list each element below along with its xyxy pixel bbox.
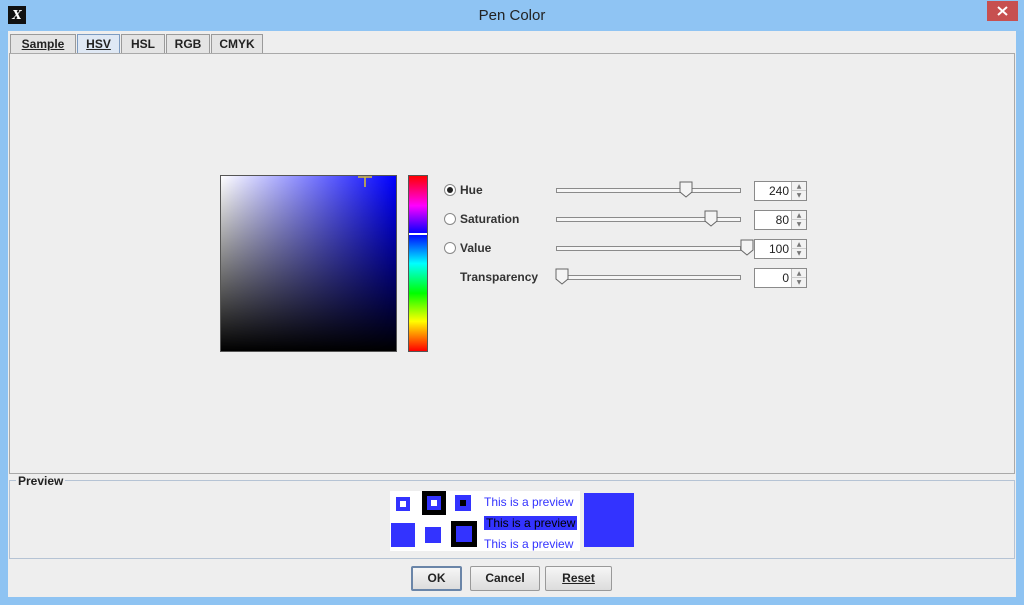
value-radio[interactable] xyxy=(444,242,456,254)
hue-radio[interactable] xyxy=(444,184,456,196)
value-spinner[interactable]: 100 ▲ ▼ xyxy=(754,239,807,259)
swatch-color xyxy=(396,497,410,511)
ok-button[interactable]: OK xyxy=(411,566,462,591)
hue-marker xyxy=(409,233,427,235)
tab-hsl-label: HSL xyxy=(131,37,155,51)
saturation-label: Saturation xyxy=(460,212,520,226)
value-value: 100 xyxy=(768,242,789,256)
swatch-inner xyxy=(431,500,437,506)
cancel-button[interactable]: Cancel xyxy=(470,566,540,591)
hue-label: Hue xyxy=(460,183,483,197)
preview-text: This is a preview xyxy=(484,537,574,551)
transparency-label: Transparency xyxy=(460,270,539,284)
swatch-white-frame xyxy=(392,493,414,515)
tab-sample-label: Sample xyxy=(21,37,65,51)
preview-legend: Preview xyxy=(16,474,66,488)
swatch-color xyxy=(456,526,472,542)
saturation-spinner[interactable]: 80 ▲ ▼ xyxy=(754,210,807,230)
reset-button[interactable]: Reset xyxy=(545,566,612,591)
swatch-solid-small xyxy=(425,527,441,543)
transparency-spin-up-icon[interactable]: ▲ xyxy=(791,269,806,278)
saturation-slider-thumb[interactable] xyxy=(704,210,718,227)
hsv-panel: Hue 240 ▲ ▼ Saturation 80 ▲ ▼ Value 100 … xyxy=(9,53,1015,474)
transparency-slider[interactable] xyxy=(556,275,741,280)
hue-spin-down-icon[interactable]: ▼ xyxy=(791,191,806,200)
tab-hsv-label: HSV xyxy=(86,37,111,51)
swatch-color xyxy=(427,496,441,510)
crosshair-icon xyxy=(358,176,372,187)
transparency-spinner[interactable]: 0 ▲ ▼ xyxy=(754,268,807,288)
swatch-black-frame xyxy=(451,521,477,547)
hue-slider-thumb[interactable] xyxy=(679,181,693,198)
saturation-spin-down-icon[interactable]: ▼ xyxy=(791,220,806,229)
transparency-slider-thumb[interactable] xyxy=(555,268,569,285)
value-spin-up-icon[interactable]: ▲ xyxy=(791,240,806,249)
saturation-radio[interactable] xyxy=(444,213,456,225)
preview-text-highlighted: This is a preview xyxy=(484,516,578,530)
transparency-spin-down-icon[interactable]: ▼ xyxy=(791,278,806,287)
value-label: Value xyxy=(460,241,492,255)
transparency-value: 0 xyxy=(782,271,789,285)
close-icon xyxy=(997,6,1008,16)
preview-text: This is a preview xyxy=(484,495,574,509)
swatch-color xyxy=(455,495,471,511)
tab-sample[interactable]: Sample xyxy=(10,34,76,54)
dialog-body: Sample HSV HSL RGB CMYK Hue 240 ▲ ▼ Satu… xyxy=(8,31,1016,597)
swatch-black-frame xyxy=(422,491,446,515)
window-title: Pen Color xyxy=(478,7,546,24)
hue-slider[interactable] xyxy=(556,188,741,193)
preview-group: Preview This is a preview This is a prev… xyxy=(9,474,1015,559)
tab-rgb[interactable]: RGB xyxy=(166,34,210,54)
saturation-value: 80 xyxy=(775,213,789,227)
value-slider-thumb[interactable] xyxy=(740,239,754,256)
close-button[interactable] xyxy=(987,1,1018,21)
tab-cmyk-label: CMYK xyxy=(219,37,255,51)
value-slider[interactable] xyxy=(556,246,741,251)
tab-hsl[interactable]: HSL xyxy=(121,34,165,54)
tab-rgb-label: RGB xyxy=(174,37,202,51)
value-spin-down-icon[interactable]: ▼ xyxy=(791,249,806,258)
swatch-solid xyxy=(391,523,415,547)
hue-strip[interactable] xyxy=(408,175,428,352)
tab-cmyk[interactable]: CMYK xyxy=(211,34,263,54)
reset-label: Reset xyxy=(562,571,595,585)
hue-spin-up-icon[interactable]: ▲ xyxy=(791,182,806,191)
saturation-spin-up-icon[interactable]: ▲ xyxy=(791,211,806,220)
hue-spinner[interactable]: 240 ▲ ▼ xyxy=(754,181,807,201)
tab-hsv[interactable]: HSV xyxy=(77,34,120,54)
saturation-value-square[interactable] xyxy=(220,175,397,352)
swatch-inner xyxy=(400,501,406,507)
preview-large-swatch xyxy=(584,493,634,547)
hue-value: 240 xyxy=(768,184,789,198)
title-bar: X Pen Color xyxy=(0,0,1024,31)
swatch-inner xyxy=(460,500,466,506)
